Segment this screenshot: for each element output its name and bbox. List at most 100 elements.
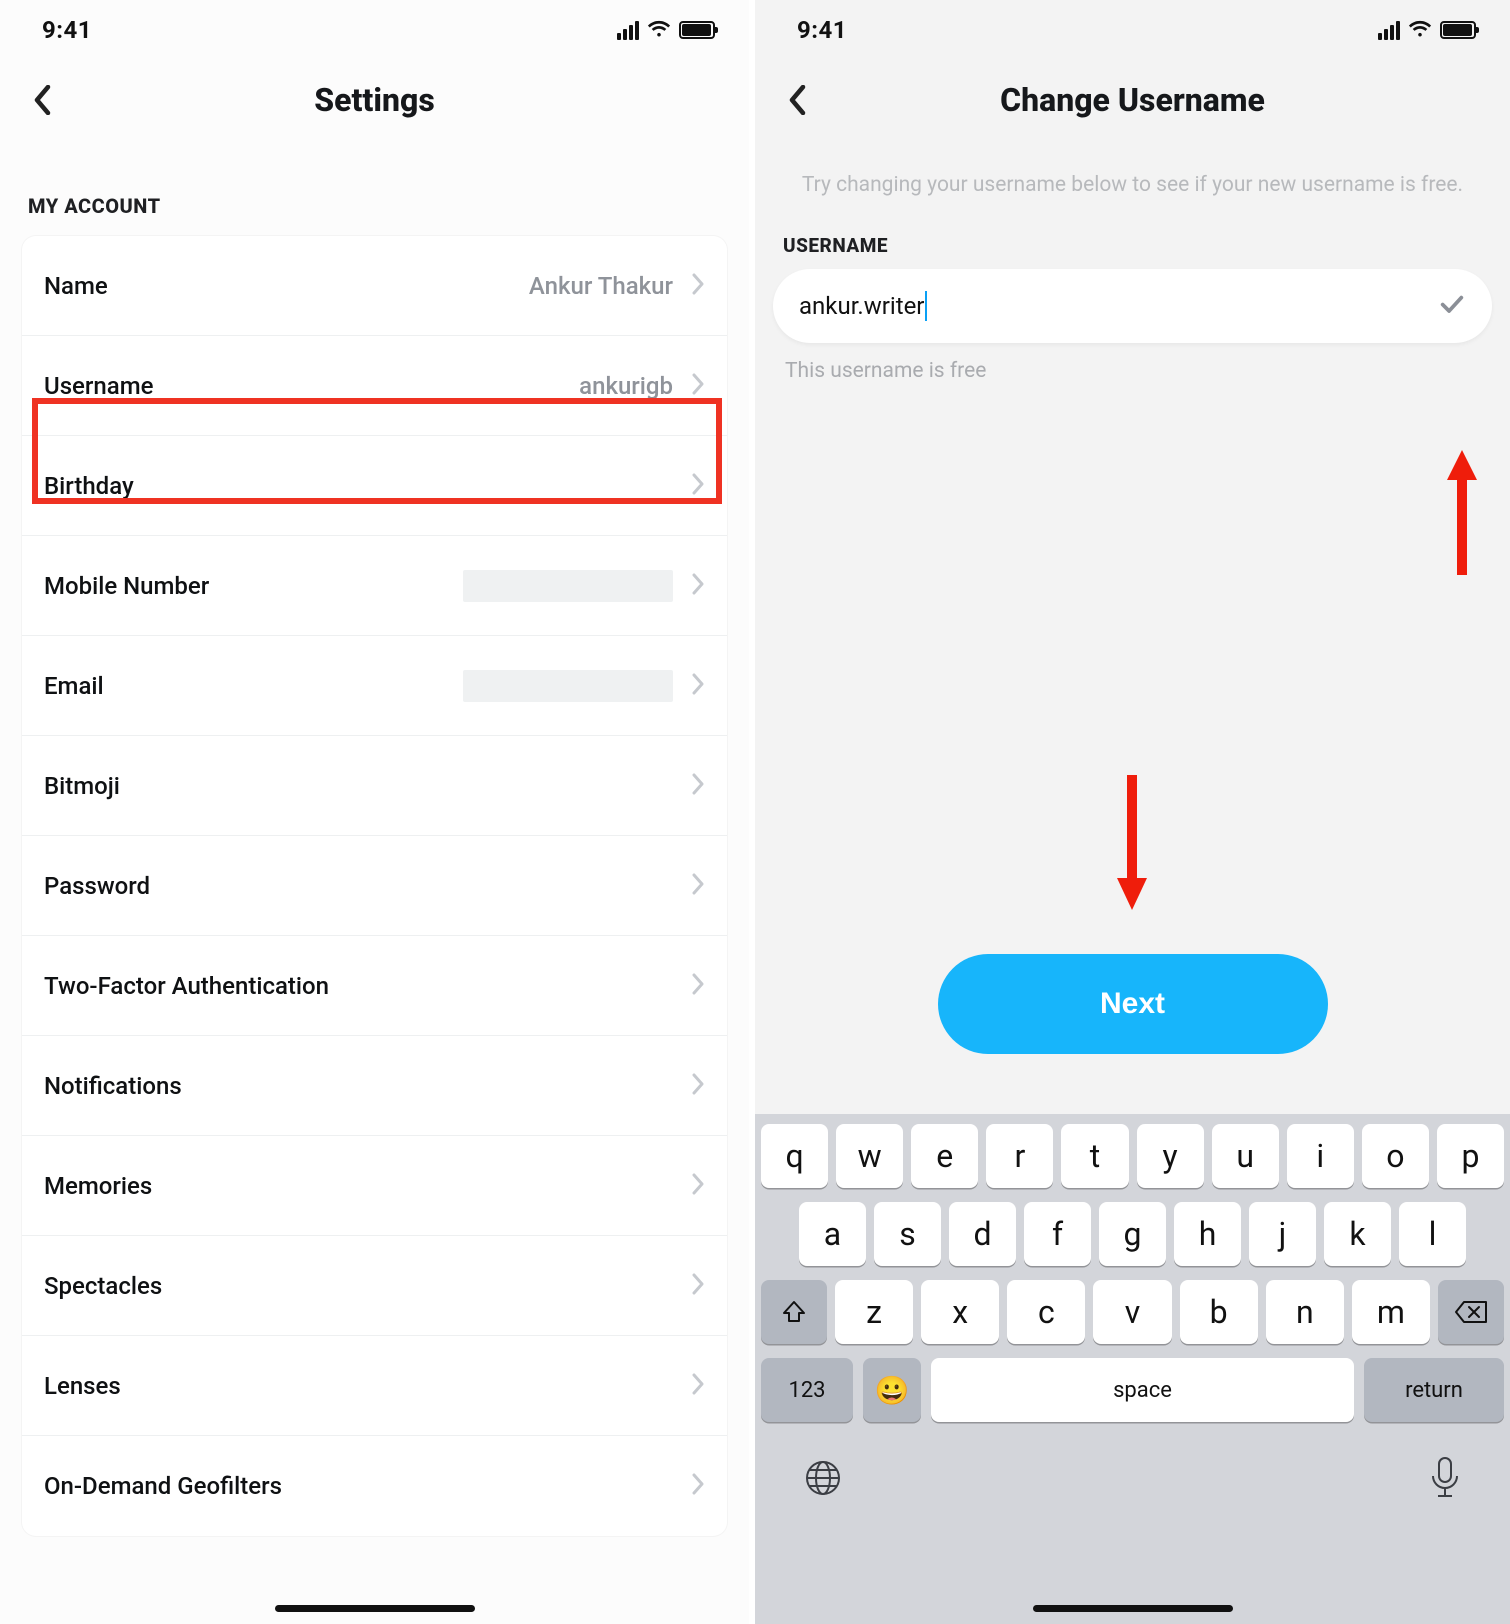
key-l[interactable]: l xyxy=(1399,1202,1466,1266)
emoji-key[interactable]: 😀 xyxy=(863,1358,921,1422)
row-right xyxy=(691,1273,705,1299)
dictation-icon[interactable] xyxy=(1428,1456,1462,1504)
row-value: Ankur Thakur xyxy=(529,272,673,300)
back-button[interactable] xyxy=(777,80,817,120)
key-n[interactable]: n xyxy=(1266,1280,1344,1344)
shift-key[interactable] xyxy=(761,1280,827,1344)
row-value: ankurigb xyxy=(579,372,673,400)
checkmark-icon xyxy=(1438,290,1466,322)
chevron-right-icon xyxy=(691,373,705,399)
return-key[interactable]: return xyxy=(1364,1358,1504,1422)
redacted-value xyxy=(463,670,673,702)
key-z[interactable]: z xyxy=(835,1280,913,1344)
chevron-right-icon xyxy=(691,973,705,999)
key-o[interactable]: o xyxy=(1362,1124,1429,1188)
settings-row-spectacles[interactable]: Spectacles xyxy=(22,1236,727,1336)
settings-row-name[interactable]: Name Ankur Thakur xyxy=(22,236,727,336)
key-e[interactable]: e xyxy=(911,1124,978,1188)
username-input-value: ankur.writer xyxy=(799,291,1438,321)
settings-screen: 9:41 Settings MY ACCOUNT Name Ankur Thaku… xyxy=(0,0,755,1624)
key-i[interactable]: i xyxy=(1287,1124,1354,1188)
row-label: Email xyxy=(44,672,104,700)
key-q[interactable]: q xyxy=(761,1124,828,1188)
row-right xyxy=(691,1373,705,1399)
nav-header: Settings xyxy=(0,60,749,140)
settings-row-password[interactable]: Password xyxy=(22,836,727,936)
space-key[interactable]: space xyxy=(931,1358,1354,1422)
key-v[interactable]: v xyxy=(1093,1280,1171,1344)
row-label: Name xyxy=(44,272,108,300)
settings-row-memories[interactable]: Memories xyxy=(22,1136,727,1236)
settings-row-email[interactable]: Email xyxy=(22,636,727,736)
backspace-key[interactable] xyxy=(1438,1280,1504,1344)
nav-header: Change Username xyxy=(755,60,1510,140)
row-right xyxy=(691,1473,705,1499)
settings-row-birthday[interactable]: Birthday xyxy=(22,436,727,536)
change-username-screen: 9:41 Change Username Try changing your u… xyxy=(755,0,1510,1624)
key-x[interactable]: x xyxy=(921,1280,999,1344)
settings-row-bitmoji[interactable]: Bitmoji xyxy=(22,736,727,836)
key-d[interactable]: d xyxy=(949,1202,1016,1266)
chevron-right-icon xyxy=(691,473,705,499)
row-label: Spectacles xyxy=(44,1272,162,1300)
next-button[interactable]: Next xyxy=(938,954,1328,1054)
chevron-right-icon xyxy=(691,1273,705,1299)
row-right: ankurigb xyxy=(579,372,705,400)
key-b[interactable]: b xyxy=(1180,1280,1258,1344)
settings-row-notifications[interactable]: Notifications xyxy=(22,1036,727,1136)
row-right xyxy=(691,473,705,499)
settings-row-on-demand-geofilters[interactable]: On-Demand Geofilters xyxy=(22,1436,727,1536)
key-j[interactable]: j xyxy=(1249,1202,1316,1266)
username-availability-hint: This username is free xyxy=(755,343,1510,383)
globe-icon[interactable] xyxy=(803,1458,843,1502)
key-g[interactable]: g xyxy=(1099,1202,1166,1266)
settings-row-mobile-number[interactable]: Mobile Number xyxy=(22,536,727,636)
chevron-right-icon xyxy=(691,673,705,699)
chevron-right-icon xyxy=(691,1473,705,1499)
key-m[interactable]: m xyxy=(1352,1280,1430,1344)
home-indicator[interactable] xyxy=(1033,1605,1233,1612)
row-label: Bitmoji xyxy=(44,772,120,800)
key-r[interactable]: r xyxy=(986,1124,1053,1188)
username-input[interactable]: ankur.writer xyxy=(773,269,1492,343)
row-label: Lenses xyxy=(44,1372,121,1400)
row-right xyxy=(691,1073,705,1099)
row-right xyxy=(463,670,705,702)
key-a[interactable]: a xyxy=(799,1202,866,1266)
settings-row-username[interactable]: Usernameankurigb xyxy=(22,336,727,436)
key-u[interactable]: u xyxy=(1212,1124,1279,1188)
row-right xyxy=(691,873,705,899)
settings-list: Name Ankur Thakur UsernameankurigbBirthday… xyxy=(22,236,727,1536)
battery-icon xyxy=(1440,21,1476,39)
key-k[interactable]: k xyxy=(1324,1202,1391,1266)
key-s[interactable]: s xyxy=(874,1202,941,1266)
row-right xyxy=(463,570,705,602)
key-c[interactable]: c xyxy=(1007,1280,1085,1344)
key-y[interactable]: y xyxy=(1137,1124,1204,1188)
numbers-key[interactable]: 123 xyxy=(761,1358,853,1422)
settings-row-two-factor-authentication[interactable]: Two-Factor Authentication xyxy=(22,936,727,1036)
key-f[interactable]: f xyxy=(1024,1202,1091,1266)
page-title: Change Username xyxy=(1000,81,1265,119)
redacted-value xyxy=(463,570,673,602)
status-bar: 9:41 xyxy=(755,0,1510,60)
cellular-icon xyxy=(617,21,639,40)
section-header: MY ACCOUNT xyxy=(0,140,749,236)
helper-text: Try changing your username below to see … xyxy=(755,140,1510,234)
chevron-right-icon xyxy=(691,273,705,299)
annotation-arrow-check xyxy=(1442,450,1482,580)
key-h[interactable]: h xyxy=(1174,1202,1241,1266)
chevron-right-icon xyxy=(691,1073,705,1099)
settings-row-lenses[interactable]: Lenses xyxy=(22,1336,727,1436)
row-right xyxy=(691,973,705,999)
chevron-right-icon xyxy=(691,1373,705,1399)
home-indicator[interactable] xyxy=(275,1605,475,1612)
key-t[interactable]: t xyxy=(1061,1124,1128,1188)
battery-icon xyxy=(679,21,715,39)
back-button[interactable] xyxy=(22,80,62,120)
username-field-label: USERNAME xyxy=(755,234,1510,269)
key-p[interactable]: p xyxy=(1437,1124,1504,1188)
status-time: 9:41 xyxy=(42,16,92,44)
row-right: Ankur Thakur xyxy=(529,272,705,300)
key-w[interactable]: w xyxy=(836,1124,903,1188)
